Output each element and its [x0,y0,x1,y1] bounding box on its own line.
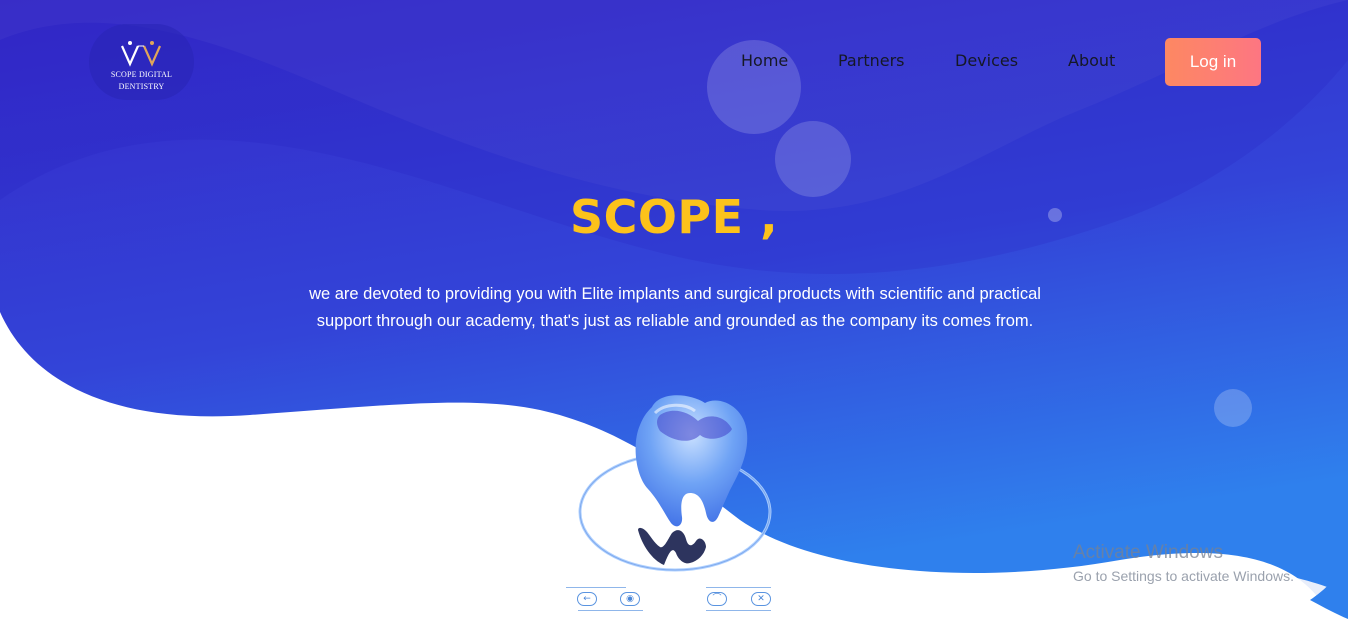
logo-line-2: DENTISTRY [118,82,165,91]
arrow-left-icon[interactable]: ← [577,592,597,606]
close-icon[interactable]: ✕ [751,592,771,606]
brand-logo[interactable]: SCOPE DIGITAL DENTISTRY [89,24,194,100]
hero-description: we are devoted to providing you with Eli… [300,281,1050,335]
nav-home[interactable]: Home [741,50,788,72]
nav-about[interactable]: About [1068,50,1115,72]
hero-description-line-2: support through our academy, that's just… [316,312,1034,330]
logo-line-1: SCOPE DIGITAL [110,70,173,79]
login-button[interactable]: Log in [1165,38,1261,86]
nav-devices[interactable]: Devices [955,50,1018,72]
rotate-icon[interactable]: ⌒ [707,592,727,606]
watermark-title: Activate Windows [1073,542,1223,563]
logo-mark-icon [120,41,161,67]
eye-icon[interactable]: ◉ [620,592,640,606]
tooth-crown [635,395,748,527]
logo-text: SCOPE DIGITAL DENTISTRY [102,69,182,93]
watermark-subtitle: Go to Settings to activate Windows. [1073,568,1294,584]
tooth-illustration [578,395,772,572]
tooth-shadow [638,527,706,565]
viewer-controls: ← ◉ ⌒ ✕ [566,586,776,616]
activation-watermark: Activate Windows Go to Settings to activ… [1073,542,1294,586]
nav-partners[interactable]: Partners [838,50,904,72]
hero-description-line-1: we are devoted to providing you with Eli… [309,285,1041,303]
hero-title: SCOPE , [569,190,779,244]
